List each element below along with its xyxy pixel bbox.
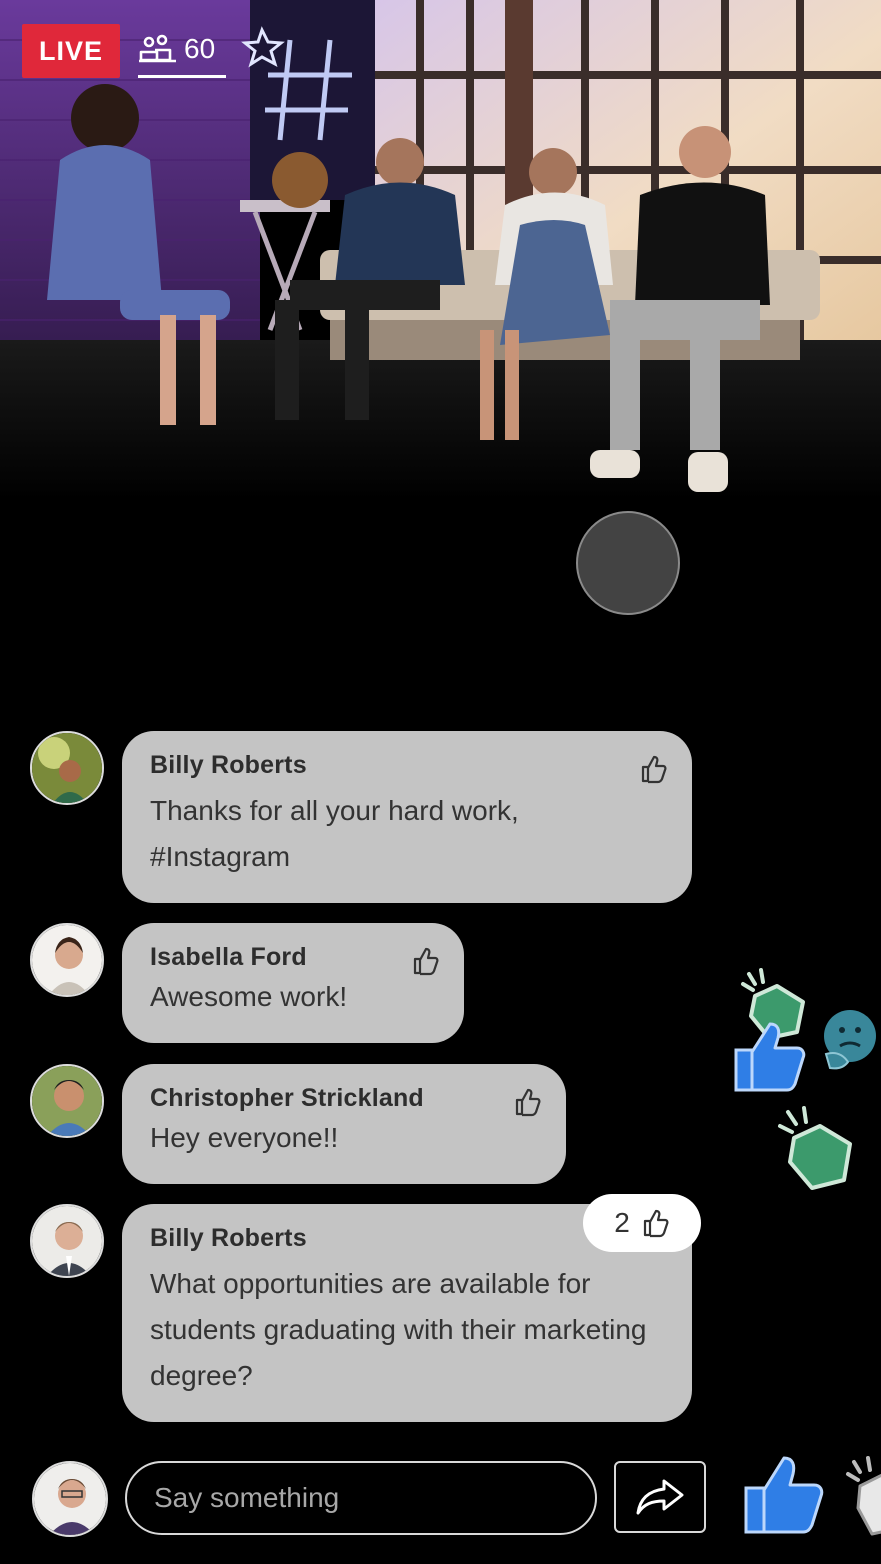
avatar-image bbox=[32, 1066, 102, 1136]
viewer-count-value: 60 bbox=[184, 32, 216, 64]
comment-message: Thanks for all your hard work, #Instagra… bbox=[150, 795, 519, 872]
comment-author[interactable]: Billy Roberts bbox=[150, 751, 664, 780]
thumbs-up-outline-icon[interactable] bbox=[410, 946, 440, 976]
my-avatar[interactable] bbox=[32, 1461, 108, 1537]
video-scene bbox=[0, 0, 881, 500]
clapping-hands-icon bbox=[778, 1106, 852, 1190]
thinking-face-icon bbox=[824, 1010, 876, 1070]
thumbs-up-icon bbox=[734, 1022, 806, 1092]
thumbs-up-outline-icon[interactable] bbox=[512, 1087, 542, 1117]
people-icon bbox=[139, 34, 176, 62]
share-arrow-icon bbox=[636, 1479, 684, 1515]
thumbs-up-icon[interactable] bbox=[740, 1452, 826, 1538]
clapping-hands-icon[interactable] bbox=[840, 1452, 881, 1538]
comment-message: Hey everyone!! bbox=[150, 1122, 339, 1153]
thumbs-up-outline-icon[interactable] bbox=[638, 754, 668, 784]
live-badge: LIVE bbox=[22, 24, 120, 78]
comment-bubble: Christopher Strickland Hey everyone!! bbox=[122, 1064, 566, 1184]
avatar-image bbox=[34, 1463, 106, 1535]
avatar-image bbox=[32, 1206, 102, 1276]
live-video[interactable]: LIVE 60 bbox=[0, 0, 881, 500]
avatar-image bbox=[32, 733, 102, 803]
comment-author[interactable]: Isabella Ford bbox=[150, 943, 436, 972]
live-stream-screen: LIVE 60 Billy Roberts Thanks for all you… bbox=[0, 0, 881, 1564]
thumbs-up-outline-icon bbox=[643, 1209, 669, 1238]
comment-bubble: Isabella Ford Awesome work! bbox=[122, 923, 464, 1043]
avatar-image bbox=[32, 925, 102, 995]
share-button[interactable] bbox=[614, 1461, 706, 1533]
comment-bubble: Billy Roberts Thanks for all your hard w… bbox=[122, 731, 692, 903]
comment-input[interactable] bbox=[125, 1461, 597, 1535]
comment-message: What opportunities are available for stu… bbox=[150, 1268, 647, 1391]
commenter-avatar[interactable] bbox=[30, 1064, 104, 1138]
viewer-count[interactable]: 60 bbox=[138, 26, 226, 78]
like-count-value: 2 bbox=[614, 1207, 630, 1238]
commenter-avatar[interactable] bbox=[30, 923, 104, 997]
commenter-avatar[interactable] bbox=[30, 731, 104, 805]
commenter-avatar[interactable] bbox=[30, 1204, 104, 1278]
live-badge-label: LIVE bbox=[38, 35, 103, 66]
comment-author[interactable]: Christopher Strickland bbox=[150, 1084, 538, 1113]
floating-action-button[interactable] bbox=[576, 511, 680, 615]
like-count-badge[interactable]: 2 bbox=[583, 1194, 701, 1252]
comment-message: Awesome work! bbox=[150, 981, 348, 1012]
